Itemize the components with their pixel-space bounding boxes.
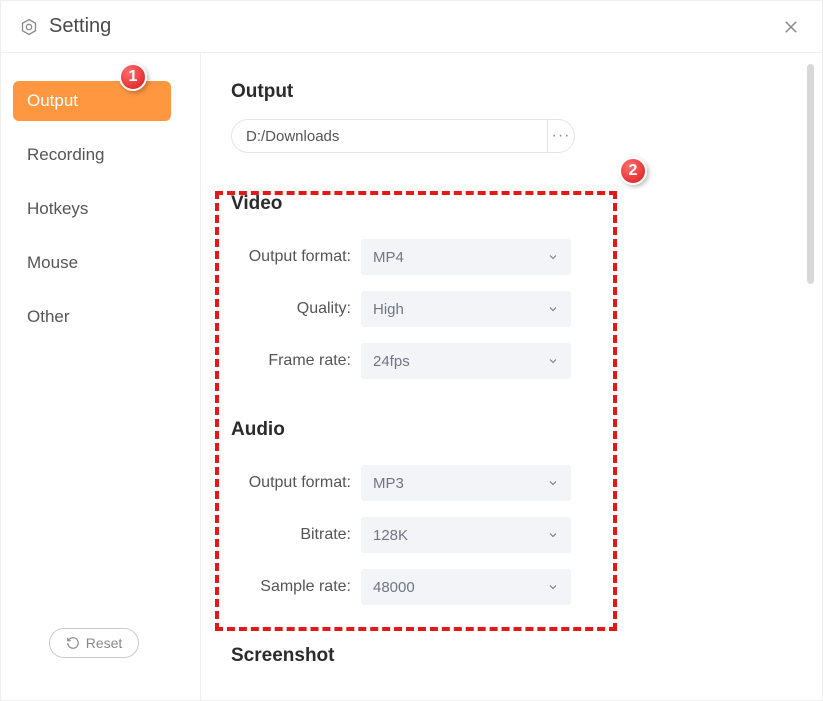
audio-output-format-select[interactable]: MP3 [361,465,571,501]
content: Output D:/Downloads ··· Video Output for… [201,53,822,700]
header: Setting [1,1,822,53]
sidebar-item-hotkeys[interactable]: Hotkeys [13,189,171,229]
reset-button[interactable]: Reset [49,628,139,658]
video-quality-label: Quality: [231,300,361,318]
video-frame-rate-label: Frame rate: [231,352,361,370]
video-output-format-row: Output format: MP4 [231,239,792,275]
audio-output-format-label: Output format: [231,474,361,492]
sidebar-item-other[interactable]: Other [13,297,171,337]
close-button[interactable] [778,14,804,40]
video-quality-row: Quality: High [231,291,792,327]
video-frame-rate-row: Frame rate: 24fps [231,343,792,379]
header-left: Setting [19,15,111,38]
sidebar-item-label: Recording [27,145,105,164]
video-quality-select[interactable]: High [361,291,571,327]
video-output-format-select[interactable]: MP4 [361,239,571,275]
sidebar-item-label: Other [27,307,70,326]
output-section-title: Output [231,81,792,103]
scrollbar[interactable] [807,64,814,284]
chevron-down-icon [547,581,559,593]
sidebar-item-mouse[interactable]: Mouse [13,243,171,283]
sidebar-item-label: Mouse [27,253,78,272]
annotation-badge-1: 1 [119,63,147,91]
badge-number: 2 [629,162,638,180]
badge-number: 1 [129,68,138,86]
output-path-input[interactable]: D:/Downloads [231,119,547,153]
audio-bitrate-row: Bitrate: 128K [231,517,792,553]
output-path-value: D:/Downloads [246,128,339,145]
audio-sample-rate-select[interactable]: 48000 [361,569,571,605]
output-path-row: D:/Downloads ··· [231,119,792,153]
select-value: High [373,301,404,318]
sidebar-item-label: Hotkeys [27,199,88,218]
sidebar-item-recording[interactable]: Recording [13,135,171,175]
select-value: 128K [373,527,408,544]
audio-bitrate-label: Bitrate: [231,526,361,544]
select-value: MP3 [373,475,404,492]
audio-fields: Output format: MP3 Bitrate: 128K Sample … [231,457,792,605]
sidebar-item-output[interactable]: Output [13,81,171,121]
reset-icon [66,636,80,650]
reset-label: Reset [86,635,123,651]
audio-section-title: Audio [231,419,792,441]
sidebar: Output Recording Hotkeys Mouse Other Res… [1,53,201,700]
sidebar-item-label: Output [27,91,78,110]
video-output-format-label: Output format: [231,248,361,266]
audio-sample-rate-label: Sample rate: [231,578,361,596]
gear-icon [19,17,39,37]
video-frame-rate-select[interactable]: 24fps [361,343,571,379]
select-value: 48000 [373,579,415,596]
chevron-down-icon [547,355,559,367]
chevron-down-icon [547,529,559,541]
chevron-down-icon [547,477,559,489]
screenshot-section-title: Screenshot [231,645,792,667]
select-value: MP4 [373,249,404,266]
page-title: Setting [49,15,111,38]
chevron-down-icon [547,251,559,263]
audio-bitrate-select[interactable]: 128K [361,517,571,553]
body: Output Recording Hotkeys Mouse Other Res… [1,53,822,700]
audio-output-format-row: Output format: MP3 [231,465,792,501]
sidebar-items: Output Recording Hotkeys Mouse Other [13,81,188,628]
select-value: 24fps [373,353,410,370]
chevron-down-icon [547,303,559,315]
annotation-badge-2: 2 [619,157,647,185]
audio-sample-rate-row: Sample rate: 48000 [231,569,792,605]
video-section-title: Video [231,193,792,215]
output-path-browse-button[interactable]: ··· [547,119,575,153]
video-fields: Output format: MP4 Quality: High Frame r… [231,231,792,379]
